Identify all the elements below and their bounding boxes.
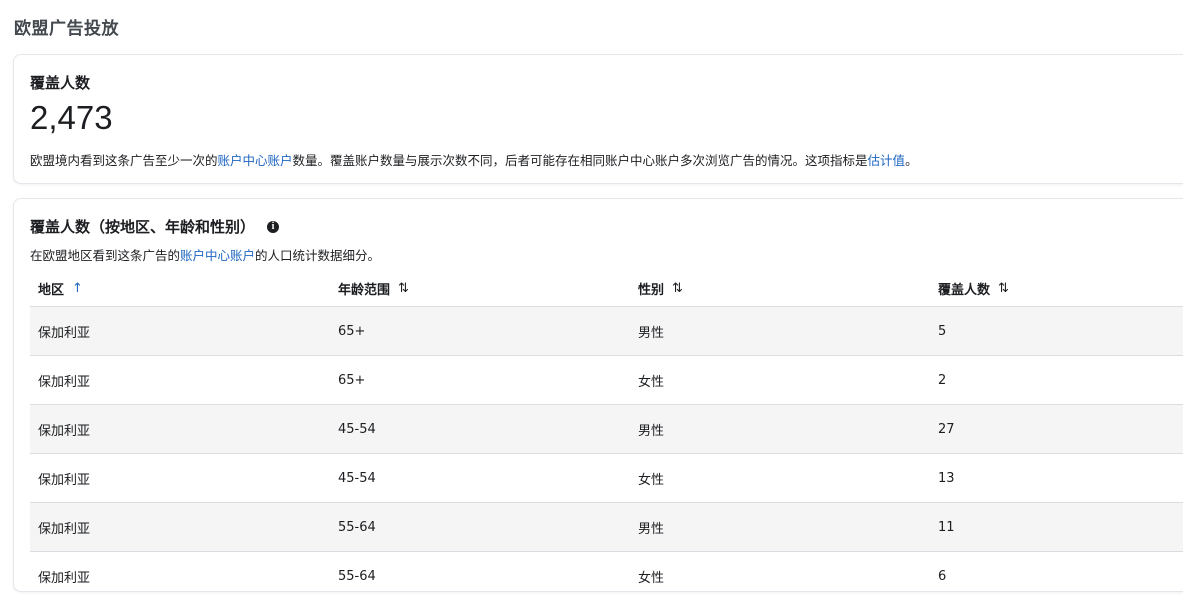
cell-age-range: 55-64	[338, 568, 376, 584]
reach-title: 覆盖人数	[30, 74, 91, 92]
cell-region: 保加利亚	[38, 472, 91, 488]
cell-region: 保加利亚	[38, 325, 91, 341]
breakdown-table: 地区 ↑ 年龄范围 ⇅ 性别 ⇅ 覆盖人数 ⇅ 保加利亚 65+ 男性 5 保加…	[30, 271, 1183, 591]
table-row: 保加利亚 65+ 男性 5	[30, 307, 1183, 356]
reach-description: 欧盟境内看到这条广告至少一次的账户中心账户数量。覆盖账户数量与展示次数不同，后者…	[30, 150, 918, 169]
cell-gender: 女性	[638, 570, 665, 586]
cell-gender: 男性	[638, 423, 665, 439]
column-label-region: 地区	[38, 283, 65, 298]
cell-age-range: 45-54	[338, 470, 376, 486]
reach-value: 2,473	[30, 99, 113, 136]
cell-age-range: 65+	[338, 323, 366, 339]
table-body: 保加利亚 65+ 男性 5 保加利亚 65+ 女性 2 保加利亚 45-54 男…	[30, 307, 1183, 591]
cell-age-range: 45-54	[338, 421, 376, 437]
info-icon[interactable]: i	[267, 220, 280, 233]
column-label-reach: 覆盖人数	[938, 283, 991, 298]
breakdown-title: 覆盖人数（按地区、年龄和性别） i	[30, 216, 280, 237]
cell-region: 保加利亚	[38, 570, 91, 586]
column-header-gender[interactable]: 性别 ⇅	[630, 279, 930, 298]
estimated-value-link[interactable]: 估计值	[868, 153, 906, 168]
table-row: 保加利亚 45-54 男性 27	[30, 405, 1183, 454]
table-row: 保加利亚 55-64 男性 11	[30, 503, 1183, 552]
cell-reach: 5	[938, 323, 947, 339]
breakdown-desc-text-1: 在欧盟地区看到这条广告的	[30, 248, 181, 263]
column-label-age-range: 年龄范围	[338, 283, 391, 298]
column-header-age-range[interactable]: 年龄范围 ⇅	[330, 279, 630, 298]
cell-gender: 男性	[638, 521, 665, 537]
sort-icon[interactable]: ⇅	[398, 281, 409, 296]
cell-reach: 27	[938, 421, 955, 437]
breakdown-description: 在欧盟地区看到这条广告的账户中心账户的人口统计数据细分。	[30, 245, 380, 264]
cell-age-range: 55-64	[338, 519, 376, 535]
sort-icon[interactable]: ⇅	[672, 281, 683, 296]
column-header-reach[interactable]: 覆盖人数 ⇅	[930, 279, 1183, 298]
cell-reach: 11	[938, 519, 955, 535]
cell-region: 保加利亚	[38, 423, 91, 439]
reach-card: 覆盖人数 2,473 欧盟境内看到这条广告至少一次的账户中心账户数量。覆盖账户数…	[13, 54, 1183, 184]
cell-gender: 女性	[638, 472, 665, 488]
sort-ascending-icon[interactable]: ↑	[72, 281, 83, 296]
table-row: 保加利亚 55-64 女性 6	[30, 552, 1183, 591]
cell-age-range: 65+	[338, 372, 366, 388]
sort-icon[interactable]: ⇅	[998, 281, 1009, 296]
reach-desc-text-1: 欧盟境内看到这条广告至少一次的	[30, 153, 218, 168]
column-label-gender: 性别	[638, 283, 665, 298]
breakdown-accounts-center-link[interactable]: 账户中心账户	[180, 248, 255, 263]
cell-region: 保加利亚	[38, 374, 91, 390]
breakdown-desc-text-2: 的人口统计数据细分。	[255, 248, 381, 263]
column-header-region[interactable]: 地区 ↑	[30, 279, 330, 298]
breakdown-card: 覆盖人数（按地区、年龄和性别） i 在欧盟地区看到这条广告的账户中心账户的人口统…	[13, 198, 1183, 592]
cell-reach: 2	[938, 372, 947, 388]
breakdown-title-text: 覆盖人数（按地区、年龄和性别）	[30, 218, 256, 236]
cell-region: 保加利亚	[38, 521, 91, 537]
cell-gender: 女性	[638, 374, 665, 390]
cell-gender: 男性	[638, 325, 665, 341]
accounts-center-link[interactable]: 账户中心账户	[218, 153, 293, 168]
table-row: 保加利亚 65+ 女性 2	[30, 356, 1183, 405]
reach-desc-text-2: 数量。覆盖账户数量与展示次数不同，后者可能存在相同账户中心账户多次浏览广告的情况…	[292, 153, 868, 168]
cell-reach: 6	[938, 568, 947, 584]
reach-desc-text-3: 。	[905, 153, 918, 168]
cell-reach: 13	[938, 470, 955, 486]
table-row: 保加利亚 45-54 女性 13	[30, 454, 1183, 503]
table-header: 地区 ↑ 年龄范围 ⇅ 性别 ⇅ 覆盖人数 ⇅	[30, 271, 1183, 307]
page-title: 欧盟广告投放	[14, 19, 119, 39]
